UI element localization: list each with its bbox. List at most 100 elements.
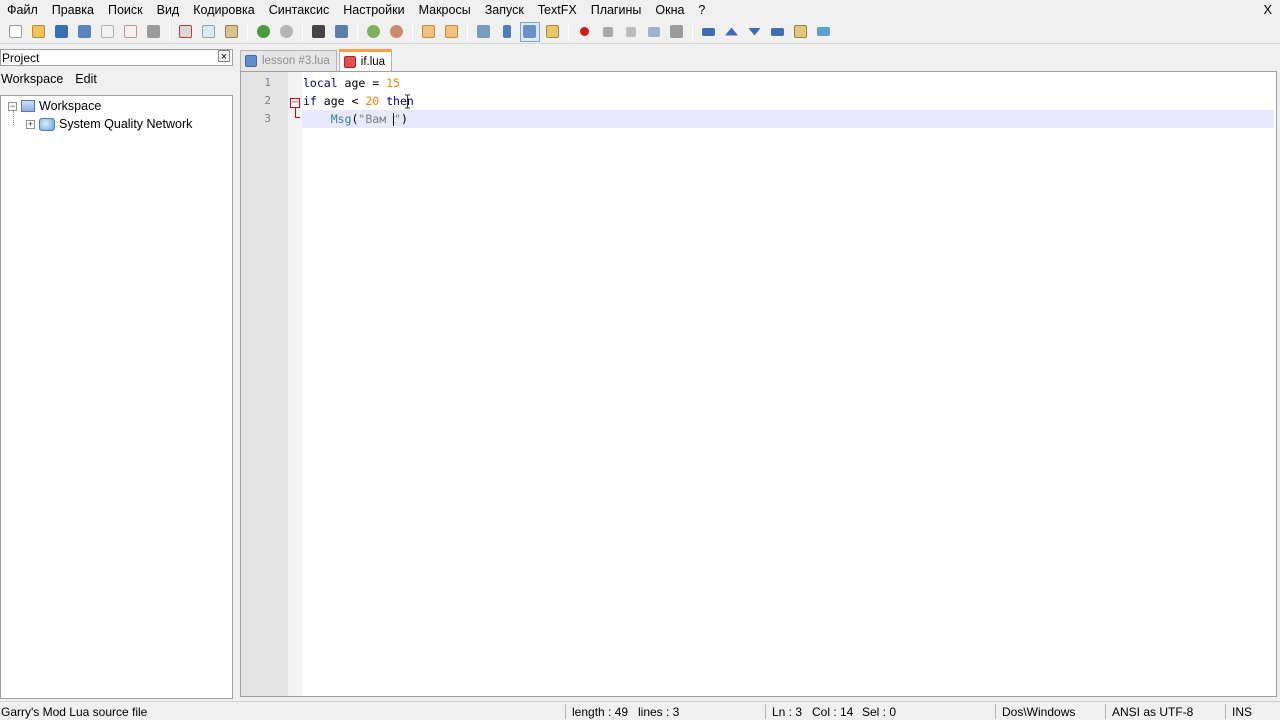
sync-h-icon[interactable]	[442, 22, 462, 42]
collapse-toggle-icon[interactable]: −	[8, 101, 17, 111]
next-icon[interactable]	[745, 22, 765, 42]
project-panel-menu: Workspace Edit	[0, 72, 108, 90]
line-number: 2	[264, 94, 271, 107]
menu-settings[interactable]: Настройки	[336, 0, 411, 20]
zoom-out-icon[interactable]	[387, 22, 407, 42]
project-menu-edit[interactable]: Edit	[74, 72, 98, 90]
status-bar: Garry's Mod Lua source file length : 49 …	[0, 701, 1280, 720]
menu-windows[interactable]: Окна	[648, 0, 691, 20]
undo-icon[interactable]	[254, 22, 274, 42]
mouse-ibeam-cursor-icon	[405, 94, 410, 109]
collapse-icon[interactable]	[699, 22, 719, 42]
tree-item-workspace[interactable]: − Workspace	[8, 97, 101, 115]
run-macro-multiple-icon[interactable]	[644, 22, 664, 42]
number-literal: 20	[365, 94, 380, 108]
toolbar-separator	[169, 22, 170, 41]
save-macro-icon[interactable]	[667, 22, 687, 42]
status-divider	[1225, 704, 1226, 719]
menu-edit[interactable]: Правка	[45, 0, 101, 20]
stop-macro-icon[interactable]	[598, 22, 618, 42]
replace-icon[interactable]	[332, 22, 352, 42]
menu-bar: Файл Правка Поиск Вид Кодировка Синтакси…	[0, 0, 1280, 20]
keyword: local	[303, 76, 338, 90]
fold-margin	[288, 72, 302, 696]
menu-macros[interactable]: Макросы	[412, 0, 478, 20]
saved-file-icon	[245, 55, 257, 67]
zoom-in-icon[interactable]	[364, 22, 384, 42]
tree-item-workspace-label: Workspace	[39, 99, 102, 113]
menu-run[interactable]: Запуск	[478, 0, 531, 20]
sync-v-icon[interactable]	[419, 22, 439, 42]
expand-toggle-icon[interactable]: +	[26, 119, 35, 129]
redo-icon[interactable]	[277, 22, 297, 42]
status-divider	[1105, 704, 1106, 719]
menu-search[interactable]: Поиск	[101, 0, 150, 20]
code-text: age <	[316, 94, 366, 108]
code-line-3: Msg("Вам ")	[303, 110, 408, 128]
tab-lesson-3[interactable]: lesson #3.lua	[240, 50, 337, 71]
status-lines: lines : 3	[638, 705, 680, 719]
menu-view[interactable]: Вид	[150, 0, 187, 20]
toolbar-separator	[247, 22, 248, 41]
close-document-button[interactable]: X	[1263, 2, 1272, 17]
line-number: 3	[264, 112, 271, 125]
save-all-icon[interactable]	[75, 22, 95, 42]
indent-guide-icon[interactable]	[519, 21, 540, 42]
toolbar-separator	[412, 22, 413, 41]
menu-syntax[interactable]: Синтаксис	[262, 0, 337, 20]
current-line-highlight	[302, 110, 1274, 128]
cut-icon[interactable]	[176, 22, 196, 42]
keyword: if	[303, 94, 317, 108]
fold-marker-line	[295, 108, 296, 117]
fold-collapse-icon[interactable]: −	[290, 98, 300, 108]
status-divider	[565, 704, 566, 719]
open-file-icon[interactable]	[29, 22, 49, 42]
save-icon[interactable]	[52, 22, 72, 42]
new-file-icon[interactable]	[6, 22, 26, 42]
status-insert-mode: INS	[1232, 705, 1253, 719]
menu-plugins[interactable]: Плагины	[584, 0, 649, 20]
status-column: Col : 14	[812, 705, 854, 719]
menu-textfx[interactable]: TextFX	[531, 0, 584, 20]
doc-map-icon[interactable]	[543, 22, 563, 42]
copy-icon[interactable]	[199, 22, 219, 42]
close-icon[interactable]	[98, 22, 118, 42]
toolbar-separator	[568, 22, 569, 41]
code-editor[interactable]: 1 2 3 − local age = 15 if age < 20 then …	[240, 71, 1277, 697]
code-text: )	[400, 112, 408, 126]
tab-label: lesson #3.lua	[262, 55, 330, 67]
status-encoding: ANSI as UTF-8	[1112, 705, 1194, 719]
find-icon[interactable]	[309, 22, 329, 42]
close-all-icon[interactable]	[121, 22, 141, 42]
project-tree: − Workspace + System Quality Network	[0, 95, 233, 699]
prev-icon[interactable]	[722, 22, 742, 42]
fold-marker-end	[295, 117, 300, 118]
project-menu-workspace[interactable]: Workspace	[0, 72, 64, 90]
play-macro-icon[interactable]	[621, 22, 641, 42]
tab-if-lua[interactable]: if.lua	[338, 49, 393, 71]
menu-help[interactable]: ?	[691, 0, 712, 20]
project-panel-close-icon[interactable]: ×	[218, 50, 230, 63]
menu-encoding[interactable]: Кодировка	[186, 0, 261, 20]
toolbar-separator	[302, 22, 303, 41]
project-icon	[39, 117, 55, 131]
expand-icon[interactable]	[768, 22, 788, 42]
explorer-icon[interactable]	[791, 22, 811, 42]
record-macro-icon[interactable]	[575, 22, 595, 42]
menu-file[interactable]: Файл	[0, 0, 45, 20]
word-wrap-icon[interactable]	[474, 22, 494, 42]
paste-icon[interactable]	[222, 22, 242, 42]
show-all-chars-icon[interactable]	[497, 22, 517, 42]
project-panel-title: Project	[2, 51, 40, 65]
tab-label: if.lua	[360, 55, 386, 68]
status-divider	[765, 704, 766, 719]
code-line-1: local age = 15	[303, 74, 400, 92]
spellcheck-icon[interactable]	[814, 22, 834, 42]
print-icon[interactable]	[144, 22, 164, 42]
function-name: Msg	[330, 112, 352, 126]
toolbar-separator	[692, 22, 693, 41]
string-literal: "Вам	[358, 112, 394, 126]
string-literal: "	[394, 112, 401, 126]
tree-item-project[interactable]: + System Quality Network	[26, 115, 192, 133]
